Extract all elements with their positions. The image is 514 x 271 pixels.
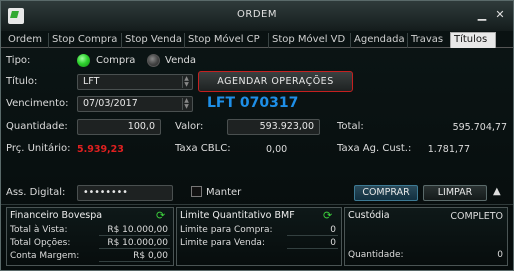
title-bar[interactable]: ORDEM ▁ ✕ xyxy=(1,1,513,31)
venda-label[interactable]: Venda xyxy=(165,55,196,66)
manter-checkbox[interactable] xyxy=(191,186,202,197)
limpar-button[interactable]: LIMPAR xyxy=(423,185,487,201)
titulo-value: LFT xyxy=(83,76,100,87)
limite-row-value: 0 xyxy=(287,238,338,249)
venda-radio[interactable] xyxy=(147,54,160,67)
financeiro-row-value: R$ 10.000,00 xyxy=(99,225,170,236)
taxa-cblc-label: Taxa CBLC: xyxy=(175,143,231,154)
custodia-status: COMPLETO xyxy=(450,211,503,222)
vencimento-select[interactable]: 07/03/2017 ▲ ▼ xyxy=(77,96,193,112)
divider xyxy=(1,204,513,205)
quantidade-label: Quantidade: xyxy=(6,121,68,132)
assinatura-input[interactable]: •••••••• xyxy=(77,185,173,201)
preco-unitario-value: 5.939,23 xyxy=(77,144,124,155)
custodia-title: Custódia xyxy=(348,210,390,221)
custodia-quantidade-label: Quantidade: xyxy=(348,250,404,260)
minimize-icon[interactable]: ▁ xyxy=(475,8,489,22)
financeiro-row-value: R$ 0,00 xyxy=(99,251,170,262)
financeiro-row-value: R$ 10.000,00 xyxy=(99,238,170,249)
ticker-symbol: LFT 070317 xyxy=(207,95,299,111)
limite-row-label: Limite para Venda: xyxy=(180,238,265,248)
taxa-cblc-value: 0,00 xyxy=(266,144,288,155)
refresh-icon[interactable]: ⟳ xyxy=(323,210,335,222)
limite-row-label: Limite para Compra: xyxy=(180,225,273,235)
tab-stop-compra[interactable]: Stop Compra xyxy=(48,33,117,48)
tab-ordem[interactable]: Ordem xyxy=(5,33,42,48)
tipo-label: Tipo: xyxy=(6,55,31,66)
tab-titulos[interactable]: Títulos xyxy=(450,32,496,48)
window-title: ORDEM xyxy=(237,9,277,20)
total-value: 595.704,77 xyxy=(452,122,507,133)
financeiro-row-label: Total à Vista: xyxy=(10,225,68,235)
vencimento-label: Vencimento: xyxy=(6,98,69,109)
tab-stop-venda[interactable]: Stop Venda xyxy=(121,33,182,48)
limite-panel: Limite Quantitativo BMF ⟳ Limite para Co… xyxy=(176,207,342,266)
agendar-operacoes-button[interactable]: AGENDAR OPERAÇÕES xyxy=(198,71,353,92)
tab-bar: Ordem Stop Compra Stop Venda Stop Móvel … xyxy=(1,31,513,48)
tab-travas[interactable]: Travas xyxy=(407,33,443,48)
manter-label[interactable]: Manter xyxy=(206,187,241,198)
financeiro-row-label: Total Opções: xyxy=(10,238,71,248)
limite-title: Limite Quantitativo BMF xyxy=(180,210,295,221)
tab-stop-movel-cp[interactable]: Stop Móvel CP xyxy=(184,33,260,48)
taxa-ag-cust-label: Taxa Ag. Cust.: xyxy=(337,143,412,154)
valor-input[interactable]: 593.923,00 xyxy=(227,119,320,135)
assinatura-label: Ass. Digital: xyxy=(6,187,66,198)
financeiro-title: Financeiro Bovespa xyxy=(10,210,103,221)
limite-row-value: 0 xyxy=(287,225,338,236)
chevron-updown-icon: ▲ ▼ xyxy=(182,76,190,88)
financeiro-row-label: Conta Margem: xyxy=(10,251,80,261)
custodia-quantidade-value: 0 xyxy=(497,250,503,260)
financeiro-panel: Financeiro Bovespa ⟳ Total à Vista: R$ 1… xyxy=(6,207,174,266)
custodia-panel: Custódia COMPLETO Quantidade: 0 xyxy=(344,207,508,266)
valor-label: Valor: xyxy=(175,121,204,132)
triangle-up-icon[interactable]: ▲ xyxy=(493,186,501,197)
preco-unitario-label: Prç. Unitário: xyxy=(6,143,71,154)
chevron-updown-icon: ▲ ▼ xyxy=(182,98,190,110)
total-label: Total: xyxy=(337,121,364,132)
compra-radio[interactable] xyxy=(77,54,90,67)
tab-stop-movel-vd[interactable]: Stop Móvel VD xyxy=(268,33,345,48)
close-icon[interactable]: ✕ xyxy=(493,8,507,22)
titulo-label: Título: xyxy=(6,76,38,87)
compra-label[interactable]: Compra xyxy=(96,55,135,66)
vencimento-value: 07/03/2017 xyxy=(83,98,138,109)
quantidade-input[interactable]: 100,0 xyxy=(77,119,161,135)
order-window: ORDEM ▁ ✕ Ordem Stop Compra Stop Venda S… xyxy=(0,0,514,271)
tab-agendada[interactable]: Agendada xyxy=(350,33,405,48)
refresh-icon[interactable]: ⟳ xyxy=(156,210,168,222)
comprar-button[interactable]: COMPRAR xyxy=(354,185,418,201)
taxa-ag-cust-value: 1.781,77 xyxy=(427,144,470,155)
titulo-select[interactable]: LFT ▲ ▼ xyxy=(77,74,193,90)
